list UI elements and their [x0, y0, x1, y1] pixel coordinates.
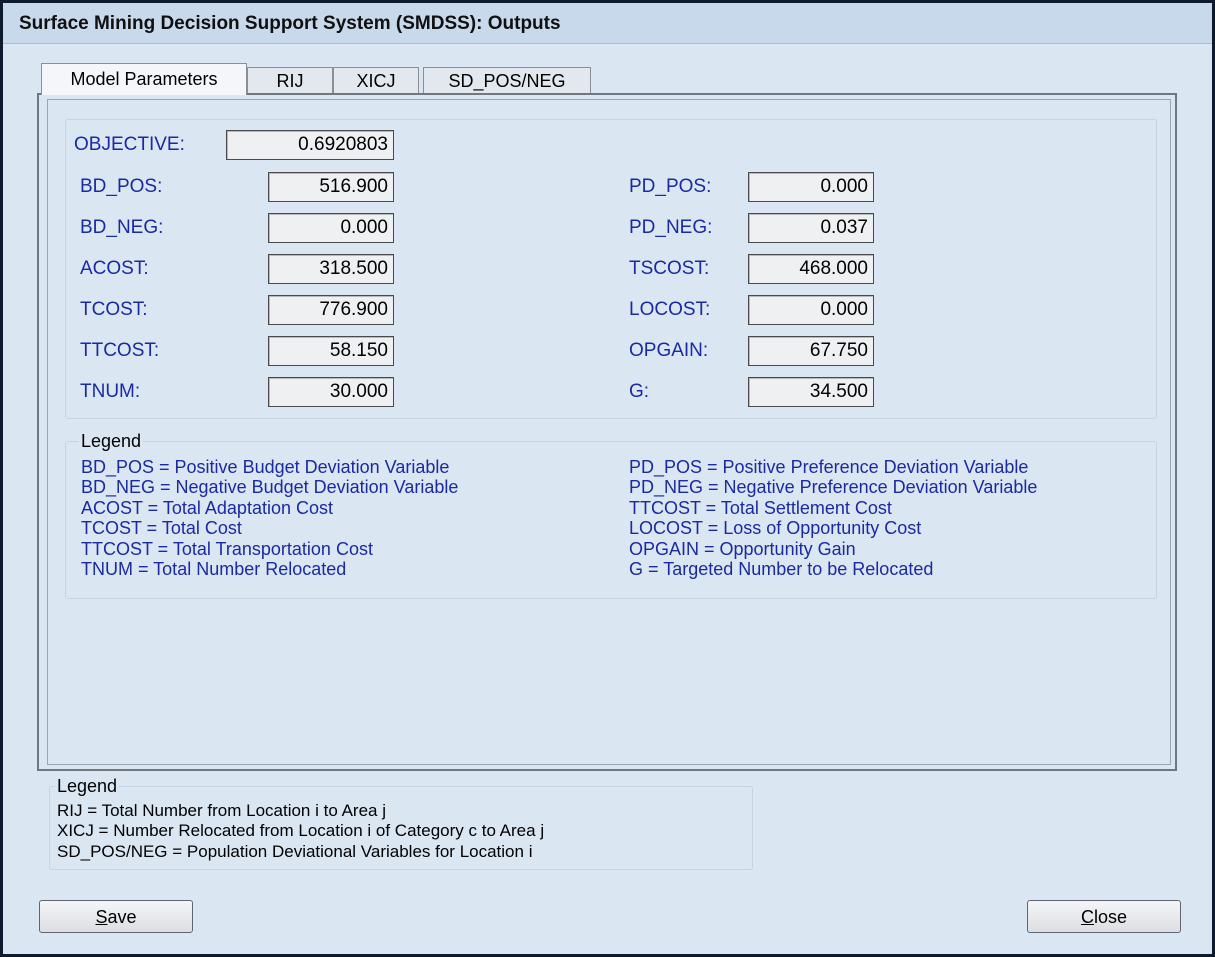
acost-label: ACOST: [80, 258, 149, 279]
opgain-label: OPGAIN: [629, 340, 709, 361]
legend-left-line: ACOST = Total Adaptation Cost [81, 498, 333, 518]
close-mnemonic: C [1080, 907, 1094, 927]
objective-label: OBJECTIVE: [74, 134, 185, 155]
tab-sd-pos-neg[interactable]: SD_POS/NEG [423, 67, 591, 94]
legend-right-line: PD_NEG = Negative Preference Deviation V… [629, 477, 1038, 497]
parameters-group: OBJECTIVE: 0.6920803 BD_POS: 516.900 BD_… [65, 119, 1157, 419]
legend-left-line: TCOST = Total Cost [81, 518, 242, 538]
ttcost-field[interactable]: 58.150 [268, 336, 394, 366]
title-bar[interactable]: Surface Mining Decision Support System (… [3, 3, 1212, 44]
legend-right-line: OPGAIN = Opportunity Gain [629, 539, 856, 559]
tabs-legend-line: SD_POS/NEG = Population Deviational Vari… [57, 842, 533, 861]
acost-field[interactable]: 318.500 [268, 254, 394, 284]
tscost-field[interactable]: 468.000 [748, 254, 874, 284]
tcost-label: TCOST: [80, 299, 148, 320]
tnum-field[interactable]: 30.000 [268, 377, 394, 407]
tab-xicj[interactable]: XICJ [333, 67, 419, 94]
legend-right-line: G = Targeted Number to be Relocated [629, 559, 934, 579]
tabs-legend-line: XICJ = Number Relocated from Location i … [57, 821, 545, 840]
tab-model-parameters[interactable]: Model Parameters [41, 63, 247, 95]
legend-right-line: LOCOST = Loss of Opportunity Cost [629, 518, 922, 538]
bd-pos-label: BD_POS: [80, 176, 163, 197]
window-title: Surface Mining Decision Support System (… [19, 13, 561, 34]
bd-pos-field[interactable]: 516.900 [268, 172, 394, 202]
ttcost-label: TTCOST: [80, 340, 160, 361]
save-button[interactable]: Save [39, 900, 193, 933]
tab-rij[interactable]: RIJ [247, 67, 333, 94]
objective-field[interactable]: 0.6920803 [226, 130, 394, 160]
pd-neg-label: PD_NEG: [629, 217, 713, 238]
pd-pos-label: PD_POS: [629, 176, 712, 197]
tabs-legend-line: RIJ = Total Number from Location i to Ar… [57, 801, 386, 820]
g-field[interactable]: 34.500 [748, 377, 874, 407]
model-parameters-panel: OBJECTIVE: 0.6920803 BD_POS: 516.900 BD_… [37, 93, 1177, 771]
save-mnemonic: S [95, 907, 108, 927]
close-label-rest: lose [1093, 907, 1128, 927]
tnum-label: TNUM: [80, 381, 141, 402]
legend-left-line: TTCOST = Total Transportation Cost [81, 539, 373, 559]
legend-title: Legend [79, 431, 144, 452]
smdss-outputs-window: Surface Mining Decision Support System (… [0, 0, 1215, 957]
legend-right-line: PD_POS = Positive Preference Deviation V… [629, 457, 1029, 477]
tscost-label: TSCOST: [629, 258, 710, 279]
bd-neg-label: BD_NEG: [80, 217, 164, 238]
tabs-legend-title: Legend [55, 776, 120, 797]
opgain-field[interactable]: 67.750 [748, 336, 874, 366]
legend-left-line: TNUM = Total Number Relocated [81, 559, 347, 579]
legend-right-line: TTCOST = Total Settlement Cost [629, 498, 892, 518]
g-label: G: [629, 381, 650, 402]
legend-left-line: BD_NEG = Negative Budget Deviation Varia… [81, 477, 459, 497]
tcost-field[interactable]: 776.900 [268, 295, 394, 325]
legend-left-line: BD_POS = Positive Budget Deviation Varia… [81, 457, 450, 477]
locost-field[interactable]: 0.000 [748, 295, 874, 325]
pd-pos-field[interactable]: 0.000 [748, 172, 874, 202]
bd-neg-field[interactable]: 0.000 [268, 213, 394, 243]
pd-neg-field[interactable]: 0.037 [748, 213, 874, 243]
locost-label: LOCOST: [629, 299, 711, 320]
close-button[interactable]: Close [1027, 900, 1181, 933]
save-label-rest: ave [107, 907, 137, 927]
